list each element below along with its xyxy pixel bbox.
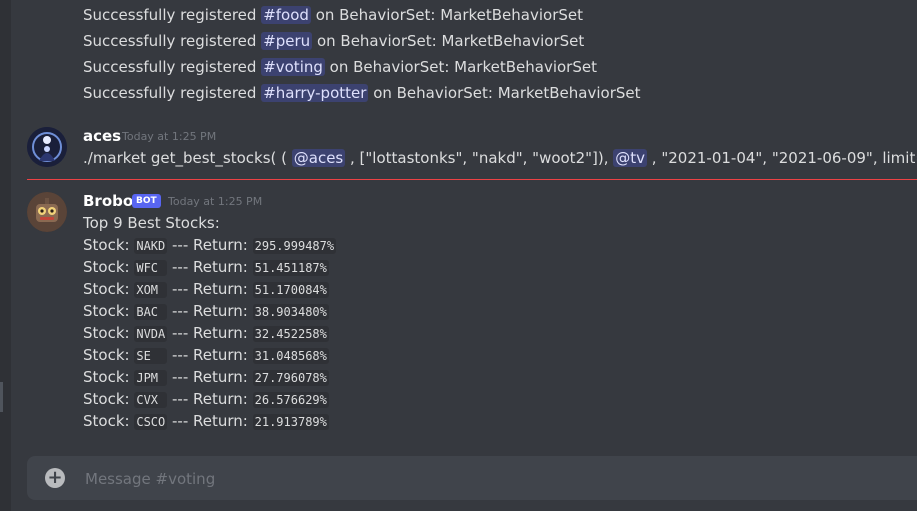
stock-label: Stock: — [83, 236, 135, 254]
return-label: --- Return: — [167, 412, 253, 430]
user-mention[interactable]: @aces — [291, 149, 346, 167]
stock-label: Stock: — [83, 324, 135, 342]
stock-ticker: CVX — [134, 392, 168, 408]
stock-return: 51.170084% — [252, 282, 329, 298]
return-label: --- Return: — [167, 236, 253, 254]
stock-row: Stock: CVX --- Return: 26.576629% — [83, 388, 329, 411]
stock-ticker: NAKD — [134, 238, 168, 254]
system-message-text: Successfully registered — [83, 6, 262, 24]
message-timestamp: Today at 1:25 PM — [122, 130, 217, 143]
stock-label: Stock: — [83, 302, 135, 320]
stock-ticker: SE — [134, 348, 168, 364]
stock-label: Stock: — [83, 280, 135, 298]
stock-ticker: BAC — [134, 304, 168, 320]
stock-row: Stock: CSCO --- Return: 21.913789% — [83, 410, 329, 433]
stock-return: 26.576629% — [252, 392, 329, 408]
stock-ticker: XOM — [134, 282, 168, 298]
system-message-text: Successfully registered — [83, 58, 262, 76]
stock-row: Stock: NAKD --- Return: 295.999487% — [83, 234, 337, 257]
system-message-text: on BehaviorSet: MarketBehaviorSet — [324, 58, 597, 76]
avatar-image — [27, 192, 67, 232]
stock-label: Stock: — [83, 390, 135, 408]
system-message-text: on BehaviorSet: MarketBehaviorSet — [312, 32, 585, 50]
stock-row: Stock: WFC --- Return: 51.451187% — [83, 256, 329, 279]
channel-mention[interactable]: #food — [261, 6, 311, 24]
stock-return: 21.913789% — [252, 414, 329, 430]
message-input[interactable] — [83, 456, 907, 502]
scroll-indicator — [0, 382, 3, 412]
system-message: Successfully registered #harry-potter on… — [83, 83, 641, 103]
message-text: , ["lottastonks", "nakd", "woot2"]), — [345, 149, 614, 167]
chat-area: Successfully registered #food on Behavio… — [11, 0, 917, 511]
system-message-text: Successfully registered — [83, 84, 262, 102]
return-label: --- Return: — [167, 390, 253, 408]
avatar-image — [27, 127, 67, 167]
stock-return: 32.452258% — [252, 326, 329, 342]
stock-row: Stock: SE --- Return: 31.048568% — [83, 344, 329, 367]
channel-mention[interactable]: #voting — [261, 58, 325, 76]
system-message: Successfully registered #food on Behavio… — [83, 5, 583, 25]
system-message: Successfully registered #peru on Behavio… — [83, 31, 584, 51]
server-sidebar-edge — [0, 0, 11, 511]
return-label: --- Return: — [167, 324, 253, 342]
stock-ticker: NVDA — [134, 326, 168, 342]
stock-row: Stock: JPM --- Return: 27.796078% — [83, 366, 329, 389]
system-message-text: on BehaviorSet: MarketBehaviorSet — [368, 84, 641, 102]
stock-label: Stock: — [83, 258, 135, 276]
return-label: --- Return: — [167, 280, 253, 298]
return-label: --- Return: — [167, 258, 253, 276]
system-message-text: on BehaviorSet: MarketBehaviorSet — [310, 6, 584, 24]
stock-label: Stock: — [83, 412, 135, 430]
channel-mention[interactable]: #peru — [261, 32, 313, 50]
stock-row: Stock: BAC --- Return: 38.903480% — [83, 300, 329, 323]
bot-tag: BOT — [132, 194, 161, 208]
avatar-brobot[interactable] — [27, 192, 67, 232]
message-text: , "2021-01-04", "2021-06-09", limit=9) — [647, 149, 917, 167]
stock-label: Stock: — [83, 346, 135, 364]
stock-ticker: CSCO — [134, 414, 168, 430]
stock-return: 31.048568% — [252, 348, 329, 364]
stock-row: Stock: NVDA --- Return: 32.452258% — [83, 322, 329, 345]
stock-row: Stock: XOM --- Return: 51.170084% — [83, 278, 329, 301]
system-message: Successfully registered #voting on Behav… — [83, 57, 597, 77]
stock-label: Stock: — [83, 368, 135, 386]
username[interactable]: aces — [83, 126, 121, 146]
new-messages-divider — [27, 179, 917, 180]
user-mention[interactable]: @tv — [613, 149, 648, 167]
stock-ticker: JPM — [134, 370, 168, 386]
message-timestamp: Today at 1:25 PM — [168, 195, 263, 208]
bot-message-heading: Top 9 Best Stocks: — [83, 214, 220, 232]
stock-return: 38.903480% — [252, 304, 329, 320]
message-composer: + — [27, 456, 917, 502]
stock-ticker: WFC — [134, 260, 168, 276]
return-label: --- Return: — [167, 368, 253, 386]
avatar-aces[interactable] — [27, 127, 67, 167]
message-text: ./market get_best_stocks( ( — [83, 149, 292, 167]
stock-return: 295.999487% — [252, 238, 337, 254]
command-message-content: ./market get_best_stocks( ( @aces , ["lo… — [83, 148, 917, 168]
stock-return: 27.796078% — [252, 370, 329, 386]
plus-circle-icon[interactable]: + — [45, 468, 65, 488]
stock-return: 51.451187% — [252, 260, 329, 276]
channel-mention[interactable]: #harry-potter — [261, 84, 369, 102]
system-message-text: Successfully registered — [83, 32, 262, 50]
return-label: --- Return: — [167, 302, 253, 320]
return-label: --- Return: — [167, 346, 253, 364]
